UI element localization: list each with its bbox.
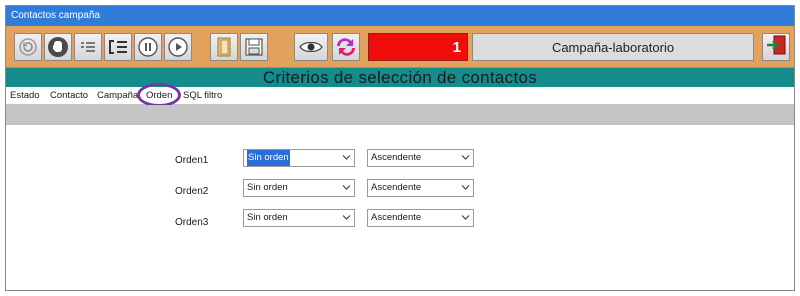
tab-strip: Estado Contacto Campaña Orden SQL filtro: [6, 83, 794, 107]
save-button[interactable]: [240, 33, 268, 61]
chevron-down-icon: [342, 215, 351, 220]
orden2-label: Orden2: [175, 186, 209, 197]
window-title-bar: Contactos campaña: [6, 6, 794, 26]
orden2-direction-value: Ascendente: [371, 182, 422, 193]
refresh-button[interactable]: [14, 33, 42, 61]
orden2-direction-select[interactable]: Ascendente: [367, 179, 474, 197]
orden1-field-select[interactable]: Sin orden: [243, 149, 355, 167]
exit-button[interactable]: [762, 33, 790, 61]
orden2-field-value: Sin orden: [247, 182, 288, 193]
orden3-field-value: Sin orden: [247, 212, 288, 223]
chevron-down-icon: [461, 215, 470, 220]
sync-arrows-icon: [334, 35, 358, 59]
open-button[interactable]: [210, 33, 238, 61]
toolbar: 1 Campaña-laboratorio: [6, 26, 794, 68]
orden1-label: Orden1: [175, 155, 209, 166]
view-button[interactable]: [294, 33, 328, 61]
tab-campana[interactable]: Campaña: [97, 87, 138, 104]
stop-hand-icon: [47, 36, 69, 58]
return-list-button[interactable]: [104, 33, 132, 61]
tab-orden[interactable]: Orden: [146, 87, 172, 104]
stop-button[interactable]: [44, 33, 72, 61]
orden3-label: Orden3: [175, 217, 209, 228]
campaign-name: Campaña-laboratorio: [472, 33, 754, 61]
tab-sql-filtro[interactable]: SQL filtro: [183, 87, 222, 104]
window-title: Contactos campaña: [11, 10, 100, 21]
tab-estado[interactable]: Estado: [10, 87, 40, 104]
orden1-direction-value: Ascendente: [371, 152, 422, 163]
chevron-down-icon: [342, 155, 351, 160]
orden2-field-select[interactable]: Sin orden: [243, 179, 355, 197]
app-window: Contactos campaña 1 Campaña-laboratorio …: [5, 5, 795, 291]
return-list-icon: [107, 39, 129, 55]
chevron-down-icon: [461, 185, 470, 190]
save-icon: [245, 38, 263, 56]
exit-door-icon: [765, 34, 787, 61]
orden3-direction-value: Ascendente: [371, 212, 422, 223]
sync-button[interactable]: [332, 33, 360, 61]
pause-icon: [138, 37, 158, 57]
counter-display: 1: [368, 33, 468, 61]
chevron-down-icon: [342, 185, 351, 190]
chevron-down-icon: [461, 155, 470, 160]
list-indent-icon: [79, 40, 97, 54]
orden3-field-select[interactable]: Sin orden: [243, 209, 355, 227]
orden1-direction-select[interactable]: Ascendente: [367, 149, 474, 167]
refresh-icon: [19, 38, 37, 56]
pause-button[interactable]: [134, 33, 162, 61]
orden1-field-value: Sin orden: [247, 150, 290, 166]
orden3-direction-select[interactable]: Ascendente: [367, 209, 474, 227]
section-title: Criterios de selección de contactos: [6, 68, 794, 87]
open-document-icon: [215, 36, 233, 58]
tab-content-header-bar: [6, 105, 794, 125]
eye-icon: [299, 40, 323, 54]
play-icon: [168, 37, 188, 57]
indent-button[interactable]: [74, 33, 102, 61]
tab-contacto[interactable]: Contacto: [50, 87, 88, 104]
play-button[interactable]: [164, 33, 192, 61]
